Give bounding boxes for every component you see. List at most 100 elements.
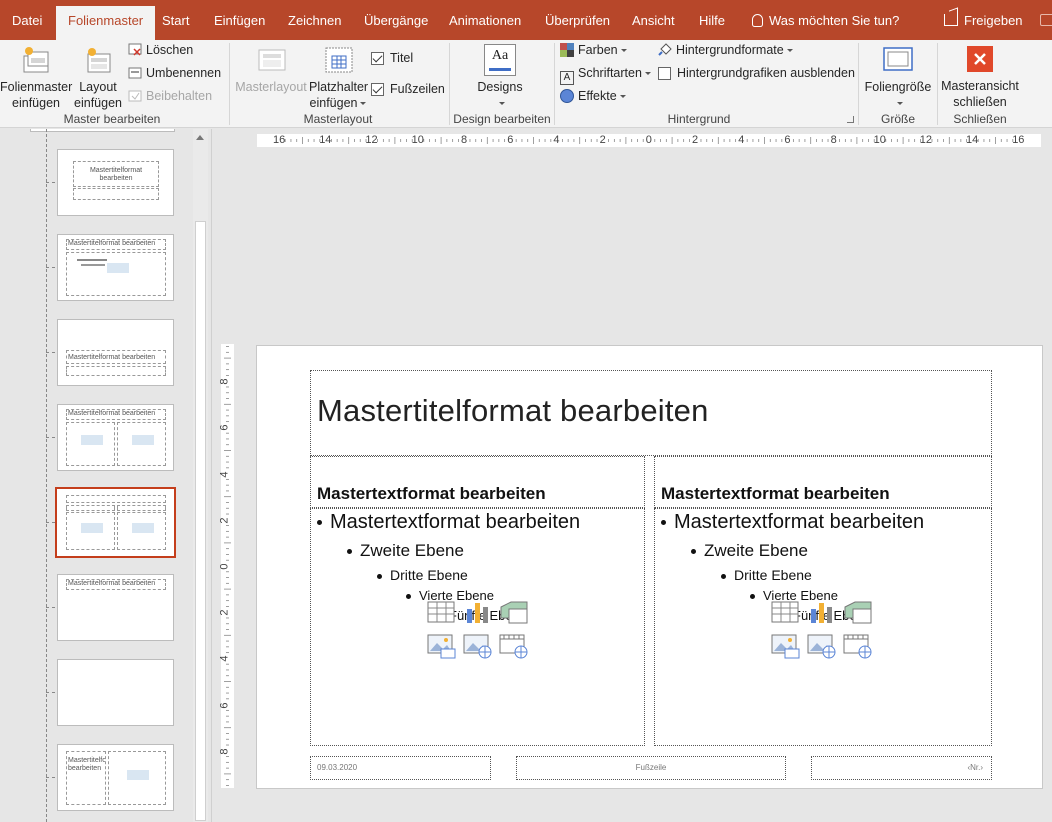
hide-background-graphics-checkbox[interactable]: Hintergrundgrafiken ausblenden (658, 63, 855, 83)
layout-thumbnail-3[interactable]: Mastertitelformat bearbeiten (57, 319, 174, 386)
insert-picture-icon[interactable] (427, 633, 457, 659)
scroll-up-arrow-icon[interactable] (196, 135, 204, 140)
slide-size-dropdown (862, 95, 934, 111)
designs-button[interactable]: Aa Designs (470, 40, 530, 111)
insert-placeholder-button[interactable]: Platzhalter einfügen (309, 40, 369, 111)
left-content-placeholder[interactable]: Mastertextformat bearbeiten Zweite Ebene… (310, 508, 645, 746)
tab-einfuegen[interactable]: Einfügen (202, 6, 277, 40)
colors-dropdown[interactable]: Farben (560, 40, 627, 60)
background-formats-dropdown[interactable]: Hintergrundformate (658, 40, 793, 60)
layout-thumbnail-4[interactable]: Mastertitelformat bearbeiten (57, 404, 174, 471)
checkbox-checked-icon (371, 83, 384, 96)
thumb-text-placeholder (66, 366, 166, 376)
tab-start[interactable]: Start (150, 6, 201, 40)
ruler-label: 2 (218, 609, 231, 616)
insert-smartart-icon[interactable] (499, 599, 529, 625)
right-level-3-text: Dritte Ebene (734, 567, 812, 583)
title-placeholder[interactable]: Mastertitelformat bearbeiten (310, 370, 992, 456)
tab-animationen[interactable]: Animationen (437, 6, 533, 40)
insert-layout-button[interactable]: Layout einfügen (72, 40, 124, 111)
footer-placeholder[interactable]: Fußzeile (516, 756, 786, 780)
right-level-2: Zweite Ebene (691, 541, 808, 561)
slide-thumbnail-pane: Mastertitelformat bearbeiten Mastertitel… (0, 129, 212, 822)
tab-zeichnen[interactable]: Zeichnen (276, 6, 353, 40)
master-layout-button[interactable]: Masterlayout (233, 40, 309, 95)
share-button[interactable]: Freigeben (944, 6, 1023, 36)
ribbon-separator (554, 43, 555, 125)
tab-datei[interactable]: Datei (0, 6, 54, 40)
group-label-close: Schließen (953, 112, 1007, 126)
tell-me-search[interactable]: Was möchten Sie tun? (752, 6, 899, 36)
vertical-ruler[interactable]: 8 6 4 2 0 2 4 6 8 (218, 344, 234, 788)
tab-ueberpruefen[interactable]: Überprüfen (533, 6, 622, 40)
left-header-placeholder[interactable]: Mastertextformat bearbeiten (310, 456, 645, 508)
preserve-button[interactable]: Beibehalten (128, 86, 212, 106)
share-icon (944, 14, 958, 26)
tab-ansicht[interactable]: Ansicht (620, 6, 687, 40)
insert-chart-icon[interactable] (807, 599, 837, 625)
rename-icon (128, 66, 142, 80)
rename-button[interactable]: Umbenennen (128, 63, 221, 83)
layout-thumbnail-2[interactable]: Mastertitelformat bearbeiten (57, 234, 174, 301)
dialog-launcher-icon[interactable] (847, 116, 854, 123)
master-thumbnail-bottom[interactable] (30, 129, 175, 132)
scrollbar-thumb[interactable] (195, 221, 206, 821)
delete-button[interactable]: Löschen (128, 40, 193, 60)
left-level-3-text: Dritte Ebene (390, 567, 468, 583)
designs-icon-bar (489, 68, 511, 71)
insert-table-icon[interactable] (771, 599, 801, 625)
thumb-title-placeholder: Mastertitelformat bearbeiten (66, 409, 166, 420)
layout-thumbnail-8[interactable]: Mastertitelformat bearbeiten (57, 744, 174, 811)
tab-folienmaster[interactable]: Folienmaster (56, 6, 156, 40)
chevron-down-icon (786, 49, 793, 52)
bullet-icon (406, 594, 411, 600)
layout-thumbnail-1[interactable]: Mastertitelformat bearbeiten (57, 149, 174, 216)
slide-size-button[interactable]: Foliengröße (862, 40, 934, 111)
right-content-placeholder[interactable]: Mastertextformat bearbeiten Zweite Ebene… (654, 508, 992, 746)
insert-video-icon[interactable] (843, 633, 873, 659)
slide-size-label: Foliengröße (864, 80, 932, 94)
date-placeholder[interactable]: 09.03.2020 (310, 756, 491, 780)
insert-placeholder-label-2: einfügen (309, 95, 367, 111)
insert-layout-label-1: Layout (79, 80, 117, 94)
horizontal-ruler[interactable]: 16 14 12 10 8 6 4 2 0 2 4 6 8 10 12 14 16 (257, 134, 1041, 147)
footer-checkbox[interactable]: Fußzeilen (371, 79, 445, 99)
delete-slide-icon (128, 43, 142, 57)
slide-canvas[interactable]: Mastertitelformat bearbeiten Mastertextf… (256, 345, 1043, 789)
close-master-view-button[interactable]: Masteransicht schließen (940, 40, 1020, 110)
slide-master-icon (20, 44, 52, 76)
thumb-left-content (66, 512, 115, 550)
bullet-icon (377, 573, 382, 579)
insert-online-picture-icon[interactable] (807, 633, 837, 659)
insert-online-picture-icon[interactable] (463, 633, 493, 659)
insert-placeholder-label-1: Platzhalter (309, 80, 369, 94)
tab-uebergaenge[interactable]: Übergänge (352, 6, 440, 40)
chevron-down-icon (360, 102, 367, 105)
ruler-label: 8 (218, 748, 231, 755)
chevron-down-icon (619, 95, 626, 98)
effects-dropdown[interactable]: Effekte (560, 86, 626, 106)
ruler-label: 10 (873, 134, 886, 146)
insert-chart-icon[interactable] (463, 599, 493, 625)
layout-thumbnail-6[interactable]: Mastertitelformat bearbeiten (57, 574, 174, 641)
slide-number-placeholder[interactable]: ‹Nr.› (811, 756, 992, 780)
thumb-title-placeholder: Mastertitelformat bearbeiten (66, 239, 166, 250)
insert-table-icon[interactable] (427, 599, 457, 625)
insert-smartart-icon[interactable] (843, 599, 873, 625)
ruler-label: 8 (218, 378, 231, 385)
thumb-text-line (81, 264, 105, 266)
tab-hilfe[interactable]: Hilfe (687, 6, 737, 40)
ruler-label: 4 (738, 134, 745, 146)
title-checkbox[interactable]: Titel (371, 48, 413, 68)
insert-picture-icon[interactable] (771, 633, 801, 659)
layout-thumbnail-5-selected[interactable] (55, 487, 176, 558)
right-header-placeholder[interactable]: Mastertextformat bearbeiten (654, 456, 992, 508)
comments-icon[interactable] (1040, 14, 1052, 26)
insert-slide-master-button[interactable]: Folienmaster einfügen (0, 40, 72, 111)
layout-thumbnail-7[interactable] (57, 659, 174, 726)
fonts-dropdown[interactable]: A Schriftarten (560, 63, 651, 85)
lightbulb-icon (752, 14, 763, 27)
thumbnail-scrollbar[interactable] (193, 129, 208, 822)
designs-label: Designs (477, 80, 523, 94)
insert-video-icon[interactable] (499, 633, 529, 659)
